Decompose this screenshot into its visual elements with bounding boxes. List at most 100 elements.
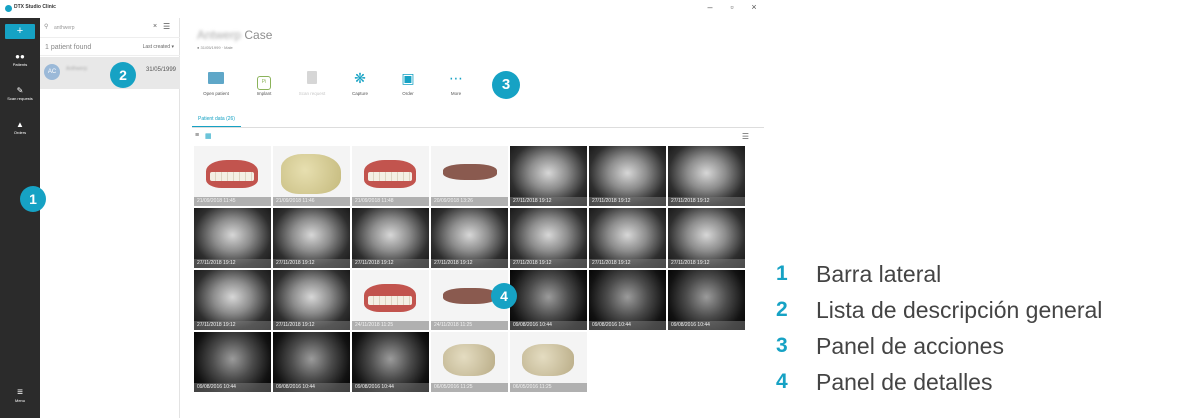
sidebar: + ●● Patients ✎ Scan requests ▲ Orders ≡… [0, 18, 40, 418]
thumbnail-tile[interactable]: 27/11/2018 19:12 [431, 208, 508, 268]
thumbnail-timestamp: 27/11/2018 19:12 [668, 259, 745, 268]
new-patient-button[interactable]: + [5, 24, 35, 39]
folder-icon [192, 68, 240, 88]
thumbnail-timestamp: 27/11/2018 19:12 [431, 259, 508, 268]
legend-text: Barra lateral [816, 260, 942, 287]
menu-icon: ≡ [17, 387, 23, 398]
search-input[interactable] [54, 23, 134, 33]
thumbnail-tile[interactable]: 09/08/2016 10:44 [352, 332, 429, 392]
thumbnail-timestamp: 09/08/2016 10:44 [668, 321, 745, 330]
cart-icon: ▣ [401, 70, 415, 86]
search-icon: ⚲ [44, 24, 49, 30]
capture-icon: ❋ [354, 70, 366, 86]
thumbnail-timestamp: 21/09/2018 11:45 [194, 197, 271, 206]
thumbnail-tile[interactable]: 27/11/2018 19:12 [194, 270, 271, 330]
thumbnail-tile[interactable]: 09/08/2016 10:44 [589, 270, 666, 330]
thumbnail-tile[interactable]: 27/11/2018 19:12 [194, 208, 271, 268]
open-patient-button[interactable]: Open patient [192, 68, 240, 108]
tab-patient-data[interactable]: Patient data (26) [192, 114, 241, 127]
thumbnail-tile[interactable]: 27/11/2018 19:12 [510, 208, 587, 268]
sidebar-item-menu[interactable]: ≡ Menu [0, 388, 40, 410]
thumbnail-timestamp: 21/09/2018 11:48 [352, 197, 429, 206]
thumbnail-tile[interactable]: 24/11/2018 11:25 [352, 270, 429, 330]
legend-item: 2 Lista de descripción general [776, 292, 1176, 328]
clear-icon[interactable]: × [153, 23, 157, 30]
filter-icon[interactable]: ☰ [742, 132, 749, 141]
tab-bar: Patient data (26) [192, 114, 764, 128]
thumbnail-tile[interactable]: 09/08/2016 10:44 [273, 332, 350, 392]
sidebar-item-label: Scan requests [7, 96, 33, 101]
thumbnail-timestamp: 27/11/2018 19:12 [273, 259, 350, 268]
thumbnail-timestamp: 20/09/2018 13:26 [431, 197, 508, 206]
grid-view-icon[interactable]: ▦ [205, 132, 212, 140]
thumbnail-tile[interactable]: 27/11/2018 19:12 [589, 208, 666, 268]
thumbnail-tile[interactable]: 27/11/2018 19:12 [273, 270, 350, 330]
thumbnail-tile[interactable]: 09/08/2016 10:44 [668, 270, 745, 330]
thumbnail-timestamp: 06/05/2016 11:25 [510, 383, 587, 392]
case-patient-name: Antwerp [197, 28, 242, 42]
thumbnail-tile[interactable]: 09/08/2016 10:44 [510, 270, 587, 330]
callout-actions: 3 [492, 71, 520, 99]
thumbnail-tile[interactable]: 20/09/2018 13:26 [431, 146, 508, 206]
legend-item: 4 Panel de detalles [776, 364, 1176, 400]
minimize-button[interactable]: – [704, 2, 716, 12]
results-header: 1 patient found Last created ▾ [40, 40, 180, 56]
patients-icon: ●● [15, 52, 25, 61]
sidebar-item-label: Menu [14, 398, 25, 403]
capture-button[interactable]: ❋ Capture [336, 68, 384, 108]
thumbnail-tile[interactable]: 27/11/2018 19:12 [589, 146, 666, 206]
filter-icon[interactable]: ☰ [163, 22, 170, 31]
close-button[interactable]: × [748, 2, 760, 12]
callout-sidebar: 1 [20, 186, 46, 212]
case-details: 31/05/1999 · Male [200, 45, 233, 50]
thumbnail-tile[interactable]: 27/11/2018 19:12 [668, 146, 745, 206]
list-view-icon[interactable]: ≡ [195, 132, 199, 139]
sidebar-item-patients[interactable]: ●● Patients [0, 52, 40, 74]
maximize-button[interactable]: ▫ [726, 2, 738, 12]
title-bar: DTX Studio Clinic – ▫ × [0, 0, 764, 18]
scan-request-button[interactable]: Scan request [288, 68, 336, 108]
search-bar: ⚲ × ☰ [40, 18, 180, 38]
thumbnail-tile[interactable]: 27/11/2018 19:12 [668, 208, 745, 268]
sort-dropdown[interactable]: Last created ▾ [143, 44, 174, 50]
document-icon [288, 68, 336, 88]
action-label: Scan request [298, 91, 326, 96]
thumbnail-tile[interactable]: 06/05/2016 11:25 [510, 332, 587, 392]
thumbnail-tile[interactable]: 27/11/2018 19:12 [352, 208, 429, 268]
page-title: Antwerp Case [197, 28, 272, 42]
thumbnail-tile[interactable]: 27/11/2018 19:12 [273, 208, 350, 268]
legend-number: 2 [776, 298, 788, 321]
app-window: DTX Studio Clinic – ▫ × + ●● Patients ✎ … [0, 0, 764, 418]
sidebar-item-orders[interactable]: ▲ Orders [0, 120, 40, 142]
actions-panel: Open patient Pi Implant Scan request ❋ C… [192, 68, 480, 108]
callout-details: 4 [491, 283, 517, 309]
scan-icon: ✎ [16, 86, 24, 95]
thumbnail-timestamp: 09/08/2016 10:44 [352, 383, 429, 392]
thumbnail-timestamp: 09/08/2016 10:44 [510, 321, 587, 330]
thumbnail-tile[interactable]: 21/09/2018 11:45 [194, 146, 271, 206]
thumbnail-tile[interactable]: 06/05/2016 11:25 [431, 332, 508, 392]
implant-button[interactable]: Pi Implant [240, 68, 288, 108]
legend-text: Panel de detalles [816, 368, 993, 395]
action-label: Implant [256, 91, 272, 96]
thumbnail-timestamp: 09/08/2016 10:44 [194, 383, 271, 392]
action-label: Capture [351, 91, 368, 96]
sidebar-item-label: Patients [12, 62, 28, 67]
action-label: Order [402, 91, 414, 96]
thumbnail-tile[interactable]: 21/09/2018 11:46 [273, 146, 350, 206]
order-button[interactable]: ▣ Order [384, 68, 432, 108]
thumbnail-timestamp: 21/09/2018 11:46 [273, 197, 350, 206]
sidebar-item-scan-requests[interactable]: ✎ Scan requests [0, 86, 40, 108]
thumbnail-timestamp: 24/11/2018 11:25 [352, 321, 429, 330]
thumbnail-timestamp: 09/08/2016 10:44 [589, 321, 666, 330]
thumbnail-tile[interactable]: 21/09/2018 11:48 [352, 146, 429, 206]
thumbnail-tile[interactable]: 27/11/2018 19:12 [510, 146, 587, 206]
thumbnail-timestamp: 27/11/2018 19:12 [668, 197, 745, 206]
window-title: DTX Studio Clinic [14, 4, 56, 10]
app-logo-icon [5, 5, 12, 12]
view-toolbar: ≡ ▦ ☰ [192, 132, 764, 142]
thumbnail-tile[interactable]: 09/08/2016 10:44 [194, 332, 271, 392]
legend-text: Panel de acciones [816, 332, 1004, 359]
more-button[interactable]: ⋯ More [432, 68, 480, 108]
thumbnail-timestamp: 09/08/2016 10:44 [273, 383, 350, 392]
